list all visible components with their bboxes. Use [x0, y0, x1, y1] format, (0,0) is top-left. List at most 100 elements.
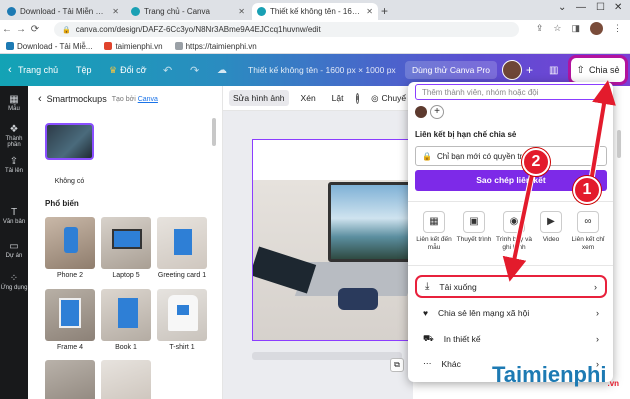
mockup-card-laptop[interactable]	[101, 217, 151, 269]
bookmark-item[interactable]: Download - Tải Miễ...	[6, 42, 92, 51]
edit-image-button[interactable]: Sửa hình ảnh	[229, 90, 289, 106]
canva-favicon	[257, 7, 266, 16]
option-video[interactable]: ▶ Video	[530, 211, 572, 244]
watermark-text: Taimienphi	[492, 362, 607, 387]
browser-tab[interactable]: Trang chủ - Canva ✕	[126, 3, 250, 20]
url-field[interactable]: 🔒 canva.com/design/DAFZ-6Cc3yo/N8Nr3ABme…	[54, 22, 519, 37]
rail-item-apps[interactable]: ⁘ Ứng dụng	[0, 273, 28, 291]
menu-icon[interactable]: ⋮	[613, 23, 622, 34]
option-present[interactable]: ▣ Thuyết trình	[453, 211, 495, 244]
share-page-icon[interactable]: ⇪	[536, 23, 544, 34]
frame-picture	[59, 298, 81, 328]
access-select[interactable]: 🔒 Chỉ bạn mới có quyền tr ⌄	[415, 146, 607, 166]
design-title[interactable]: Thiết kế không tên - 1600 px × 1000 px	[248, 54, 396, 86]
close-icon[interactable]: ✕	[238, 7, 245, 16]
chevron-down-icon: ⌄	[593, 151, 600, 161]
mockup-none-thumbnail[interactable]	[45, 123, 94, 160]
chevron-left-icon[interactable]: ‹	[8, 54, 12, 86]
minimize-icon[interactable]: —	[576, 2, 586, 13]
share-button[interactable]: ⇧ Chia sẻ	[571, 58, 625, 82]
download-label: Tải xuống	[439, 281, 477, 292]
print-item[interactable]: ⛟ In thiết kế ›	[415, 327, 607, 350]
mockup-card-more[interactable]	[45, 360, 95, 399]
bookmark-star-icon[interactable]: ☆	[553, 23, 561, 34]
bookmark-item[interactable]: taimienphi.vn	[104, 41, 163, 51]
option-present-record[interactable]: ◉ Trình bày và ghi hình	[493, 211, 535, 252]
mockup-card-more[interactable]	[101, 360, 151, 399]
panel-scrollbar[interactable]	[212, 118, 216, 146]
option-template-link[interactable]: ▦ Liên kết đến mẫu	[413, 211, 455, 252]
rail-item-text[interactable]: T Văn bản	[0, 207, 28, 225]
back-icon[interactable]: ←	[0, 24, 14, 35]
forward-icon[interactable]: →	[14, 24, 28, 35]
new-tab-icon[interactable]: +	[381, 4, 388, 18]
canva-link[interactable]: Canva	[138, 96, 158, 103]
crown-icon: ♛	[109, 64, 118, 75]
record-icon: ◉	[503, 211, 525, 233]
resize-button[interactable]: ♛ Đổi cỡ	[109, 54, 147, 86]
share-social-item[interactable]: ♥ Chia sẻ lên mạng xã hội ›	[415, 301, 607, 324]
option-view-only[interactable]: ∞ Liên kết chỉ xem	[567, 211, 609, 252]
animate-button[interactable]: ◎ Chuyể	[367, 90, 410, 107]
mockup-card-book[interactable]	[101, 289, 151, 341]
rail-item-uploads[interactable]: ⇪ Tải lên	[0, 156, 28, 174]
rail-label: Dự án	[5, 253, 23, 259]
bookmark-label: taimienphi.vn	[115, 41, 163, 51]
mockup-card-frame[interactable]	[45, 289, 95, 341]
info-icon[interactable]: i	[355, 92, 360, 104]
rail-item-templates[interactable]: ▦ Mẫu	[0, 94, 28, 112]
undo-icon[interactable]: ↶	[163, 54, 172, 86]
browser-tab[interactable]: Download - Tải Miễn Phí VN - Pi ✕	[2, 3, 124, 20]
person-hand	[338, 288, 378, 310]
mockup-card-greeting[interactable]	[157, 217, 207, 269]
close-icon[interactable]: ✕	[366, 7, 373, 16]
page-footer-bar	[252, 352, 402, 360]
avatar	[415, 106, 427, 118]
mockup-card-tshirt[interactable]	[157, 289, 207, 341]
rail-item-elements[interactable]: ❖ Thành phần	[0, 124, 28, 148]
file-menu[interactable]: Tệp	[76, 54, 92, 86]
browser-tab-bar: Download - Tải Miễn Phí VN - Pi ✕ Trang …	[0, 0, 630, 20]
add-people-input[interactable]: Thêm thành viên, nhóm hoặc đội	[415, 84, 607, 100]
add-person-icon[interactable]: +	[430, 105, 444, 119]
crop-button[interactable]: Xén	[297, 90, 320, 106]
cloud-icon[interactable]: ☁	[217, 54, 227, 86]
link-icon: ∞	[577, 211, 599, 233]
mockup-caption: Greeting card 1	[157, 272, 207, 279]
panel-byline: Tạo bởi Canva	[112, 96, 158, 103]
mockup-card-phone[interactable]	[45, 217, 95, 269]
popup-scrollbar[interactable]	[617, 130, 621, 158]
link-section-title: Liên kết bị hạn chế chia sẻ	[415, 130, 517, 139]
tab-label: Thiết kế không tên - 1600 × 1000 px	[270, 7, 362, 16]
user-avatar	[502, 60, 522, 80]
download-item[interactable]: ⤓ Tải xuống ›	[415, 275, 607, 298]
rail-item-projects[interactable]: ▭ Dự án	[0, 241, 28, 259]
close-icon[interactable]: ✕	[112, 7, 119, 16]
panel-header: ‹ Smartmockups Tạo bởi Canva	[38, 93, 158, 105]
home-link[interactable]: Trang chủ	[18, 54, 58, 86]
download-icon: ⤓	[425, 281, 430, 292]
maximize-icon[interactable]: ☐	[596, 2, 605, 13]
bookmark-label: https://taimienphi.vn	[185, 41, 257, 51]
animate-icon: ◎	[371, 92, 379, 103]
design-canvas[interactable]	[252, 139, 412, 341]
chevron-down-icon[interactable]: ⌄	[558, 2, 566, 13]
chevron-right-icon: ›	[594, 281, 597, 292]
laptop-screen-image	[328, 182, 411, 262]
avatar[interactable]	[590, 22, 603, 35]
chevron-left-icon[interactable]: ‹	[38, 93, 42, 105]
mockup-caption: Book 1	[115, 344, 137, 351]
bookmark-label: Download - Tải Miễ...	[17, 41, 93, 51]
duplicate-page-icon[interactable]: ⧉	[390, 358, 404, 372]
heart-icon: ♥	[423, 307, 429, 318]
redo-icon[interactable]: ↷	[190, 54, 199, 86]
mockup-caption: Phone 2	[56, 272, 84, 279]
extensions-icon[interactable]: ◨	[571, 23, 580, 34]
close-window-icon[interactable]: ✕	[614, 2, 622, 13]
flip-button[interactable]: Lật	[328, 90, 348, 106]
option-label: Thuyết trình	[456, 236, 492, 243]
reload-icon[interactable]: ⟳	[28, 24, 42, 35]
bookmark-item[interactable]: https://taimienphi.vn	[174, 41, 257, 51]
canva-favicon	[131, 7, 140, 16]
browser-tab-active[interactable]: Thiết kế không tên - 1600 × 1000 px ✕	[252, 3, 378, 20]
